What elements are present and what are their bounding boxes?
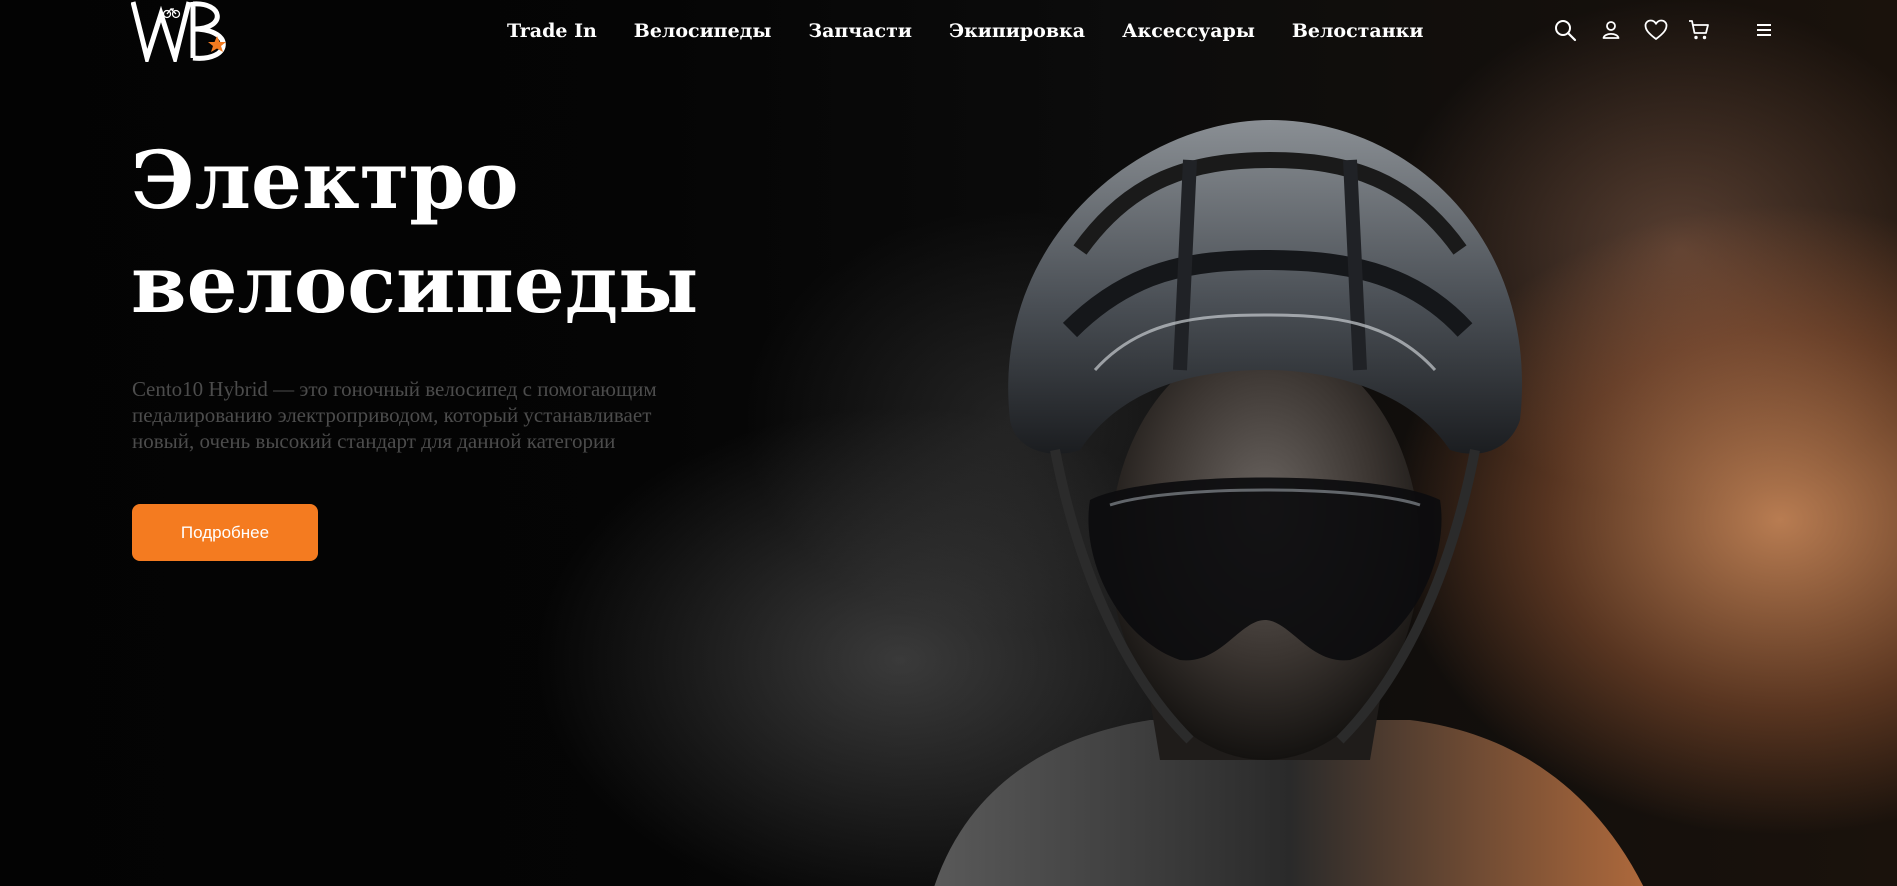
nav-item-bicycles[interactable]: Велосипеды bbox=[634, 20, 772, 42]
user-icon[interactable] bbox=[1598, 17, 1624, 43]
hero-description-line-3: новый, очень высокий стандарт для данной… bbox=[132, 429, 616, 453]
menu-icon[interactable] bbox=[1751, 17, 1777, 43]
heart-icon[interactable] bbox=[1643, 17, 1669, 43]
nav-item-parts[interactable]: Запчасти bbox=[808, 20, 912, 42]
logo[interactable] bbox=[131, 0, 243, 62]
hero-description-line-1: Cento10 Hybrid — это гоночный велосипед … bbox=[132, 377, 657, 401]
page: Trade In Велосипеды Запчасти Экипировка … bbox=[0, 0, 1897, 886]
site-header: Trade In Велосипеды Запчасти Экипировка … bbox=[0, 0, 1897, 62]
nav-item-bike-trainers[interactable]: Велостанки bbox=[1292, 20, 1424, 42]
hero-title-line-1: Электро bbox=[131, 133, 519, 227]
cyclist-image bbox=[934, 120, 1644, 886]
hero-title-line-2: велосипеды bbox=[131, 237, 699, 331]
search-icon[interactable] bbox=[1552, 17, 1578, 43]
nav-item-trade-in[interactable]: Trade In bbox=[507, 20, 597, 42]
hero-description: Cento10 Hybrid — это гоночный велосипед … bbox=[132, 376, 722, 454]
hero-title: Электро велосипеды bbox=[131, 128, 831, 336]
main-nav: Trade In Велосипеды Запчасти Экипировка … bbox=[507, 18, 1423, 44]
more-details-button[interactable]: Подробнее bbox=[132, 504, 318, 561]
nav-item-equipment[interactable]: Экипировка bbox=[949, 20, 1085, 42]
hero-description-line-2: педалированию электроприводом, который у… bbox=[132, 403, 652, 427]
nav-item-accessories[interactable]: Аксессуары bbox=[1122, 20, 1255, 42]
cart-icon[interactable] bbox=[1686, 17, 1712, 43]
header-icons bbox=[1552, 16, 1777, 44]
